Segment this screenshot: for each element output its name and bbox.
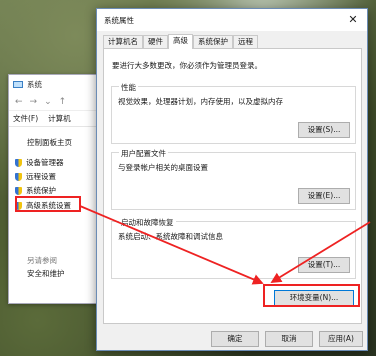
sidebar-item-remote-settings[interactable]: 远程设置	[15, 171, 56, 182]
sidebar-item-device-manager[interactable]: 设备管理器	[15, 157, 64, 168]
explorer-title: 系统	[27, 79, 42, 89]
menu-computer[interactable]: 计算机	[48, 113, 71, 124]
sidebar-item-label: 系统保护	[26, 186, 56, 195]
close-icon[interactable]: ✕	[345, 12, 361, 28]
sidebar-item-label: 远程设置	[26, 172, 56, 181]
dialog-title: 系统属性	[104, 15, 134, 25]
explorer-nav: ← → ⌄ ↑	[9, 93, 97, 111]
shield-icon	[15, 186, 22, 195]
startup-recovery-group: 启动和故障恢复 系统启动、系统故障和调试信息 设置(T)...	[111, 217, 356, 279]
forward-arrow-icon[interactable]: →	[30, 97, 38, 107]
see-also-heading: 另请参阅	[27, 256, 57, 265]
shield-icon	[15, 158, 22, 167]
tab-hardware[interactable]: 硬件	[143, 35, 168, 48]
tab-computer-name[interactable]: 计算机名	[103, 35, 143, 48]
user-profiles-title: 用户配置文件	[119, 148, 168, 159]
annotation-highlight-env-vars	[263, 284, 360, 307]
performance-desc: 视觉效果，处理器计划，内存使用，以及虚拟内存	[118, 97, 283, 106]
system-explorer-window: 系统 ← → ⌄ ↑ 文件(F) 计算机 控制面板主页 设备管理器 远程设置 系…	[8, 74, 98, 304]
explorer-menu: 文件(F) 计算机	[9, 111, 97, 127]
shield-icon	[15, 172, 22, 181]
advanced-tab-panel: 要进行大多数更改，你必须作为管理员登录。 性能 视觉效果，处理器计划，内存使用，…	[103, 48, 362, 324]
tab-remote[interactable]: 远程	[233, 35, 258, 48]
user-profiles-group: 用户配置文件 与登录帐户相关的桌面设置 设置(E)...	[111, 148, 356, 210]
user-profiles-settings-button[interactable]: 设置(E)...	[298, 188, 350, 204]
security-maintenance-link[interactable]: 安全和维护	[27, 268, 65, 279]
startup-recovery-desc: 系统启动、系统故障和调试信息	[118, 232, 223, 241]
dialog-titlebar: 系统属性 ✕	[97, 9, 367, 31]
back-arrow-icon[interactable]: ←	[15, 97, 23, 107]
tab-advanced[interactable]: 高级	[168, 34, 193, 49]
performance-settings-button[interactable]: 设置(S)...	[298, 122, 350, 138]
tab-system-protection[interactable]: 系统保护	[193, 35, 233, 48]
sidebar-item-system-protection[interactable]: 系统保护	[15, 185, 56, 196]
chevron-down-icon[interactable]: ⌄	[44, 97, 52, 107]
dialog-tabs: 计算机名 硬件 高级 系统保护 远程	[103, 34, 258, 49]
admin-note: 要进行大多数更改，你必须作为管理员登录。	[112, 61, 262, 70]
sidebar-item-label: 设备管理器	[26, 158, 64, 167]
performance-title: 性能	[119, 82, 138, 93]
startup-recovery-settings-button[interactable]: 设置(T)...	[298, 257, 350, 273]
control-panel-home-link[interactable]: 控制面板主页	[27, 137, 72, 148]
startup-recovery-title: 启动和故障恢复	[119, 217, 176, 228]
computer-icon	[13, 80, 23, 88]
apply-button[interactable]: 应用(A)	[319, 331, 363, 347]
menu-file[interactable]: 文件(F)	[13, 113, 38, 124]
performance-group: 性能 视觉效果，处理器计划，内存使用，以及虚拟内存 设置(S)...	[111, 82, 356, 144]
annotation-highlight-advanced	[15, 196, 81, 212]
ok-button[interactable]: 确定	[211, 331, 259, 347]
user-profiles-desc: 与登录帐户相关的桌面设置	[118, 163, 208, 172]
cancel-button[interactable]: 取消	[265, 331, 313, 347]
up-arrow-icon[interactable]: ↑	[59, 97, 67, 107]
explorer-titlebar: 系统	[9, 75, 97, 93]
